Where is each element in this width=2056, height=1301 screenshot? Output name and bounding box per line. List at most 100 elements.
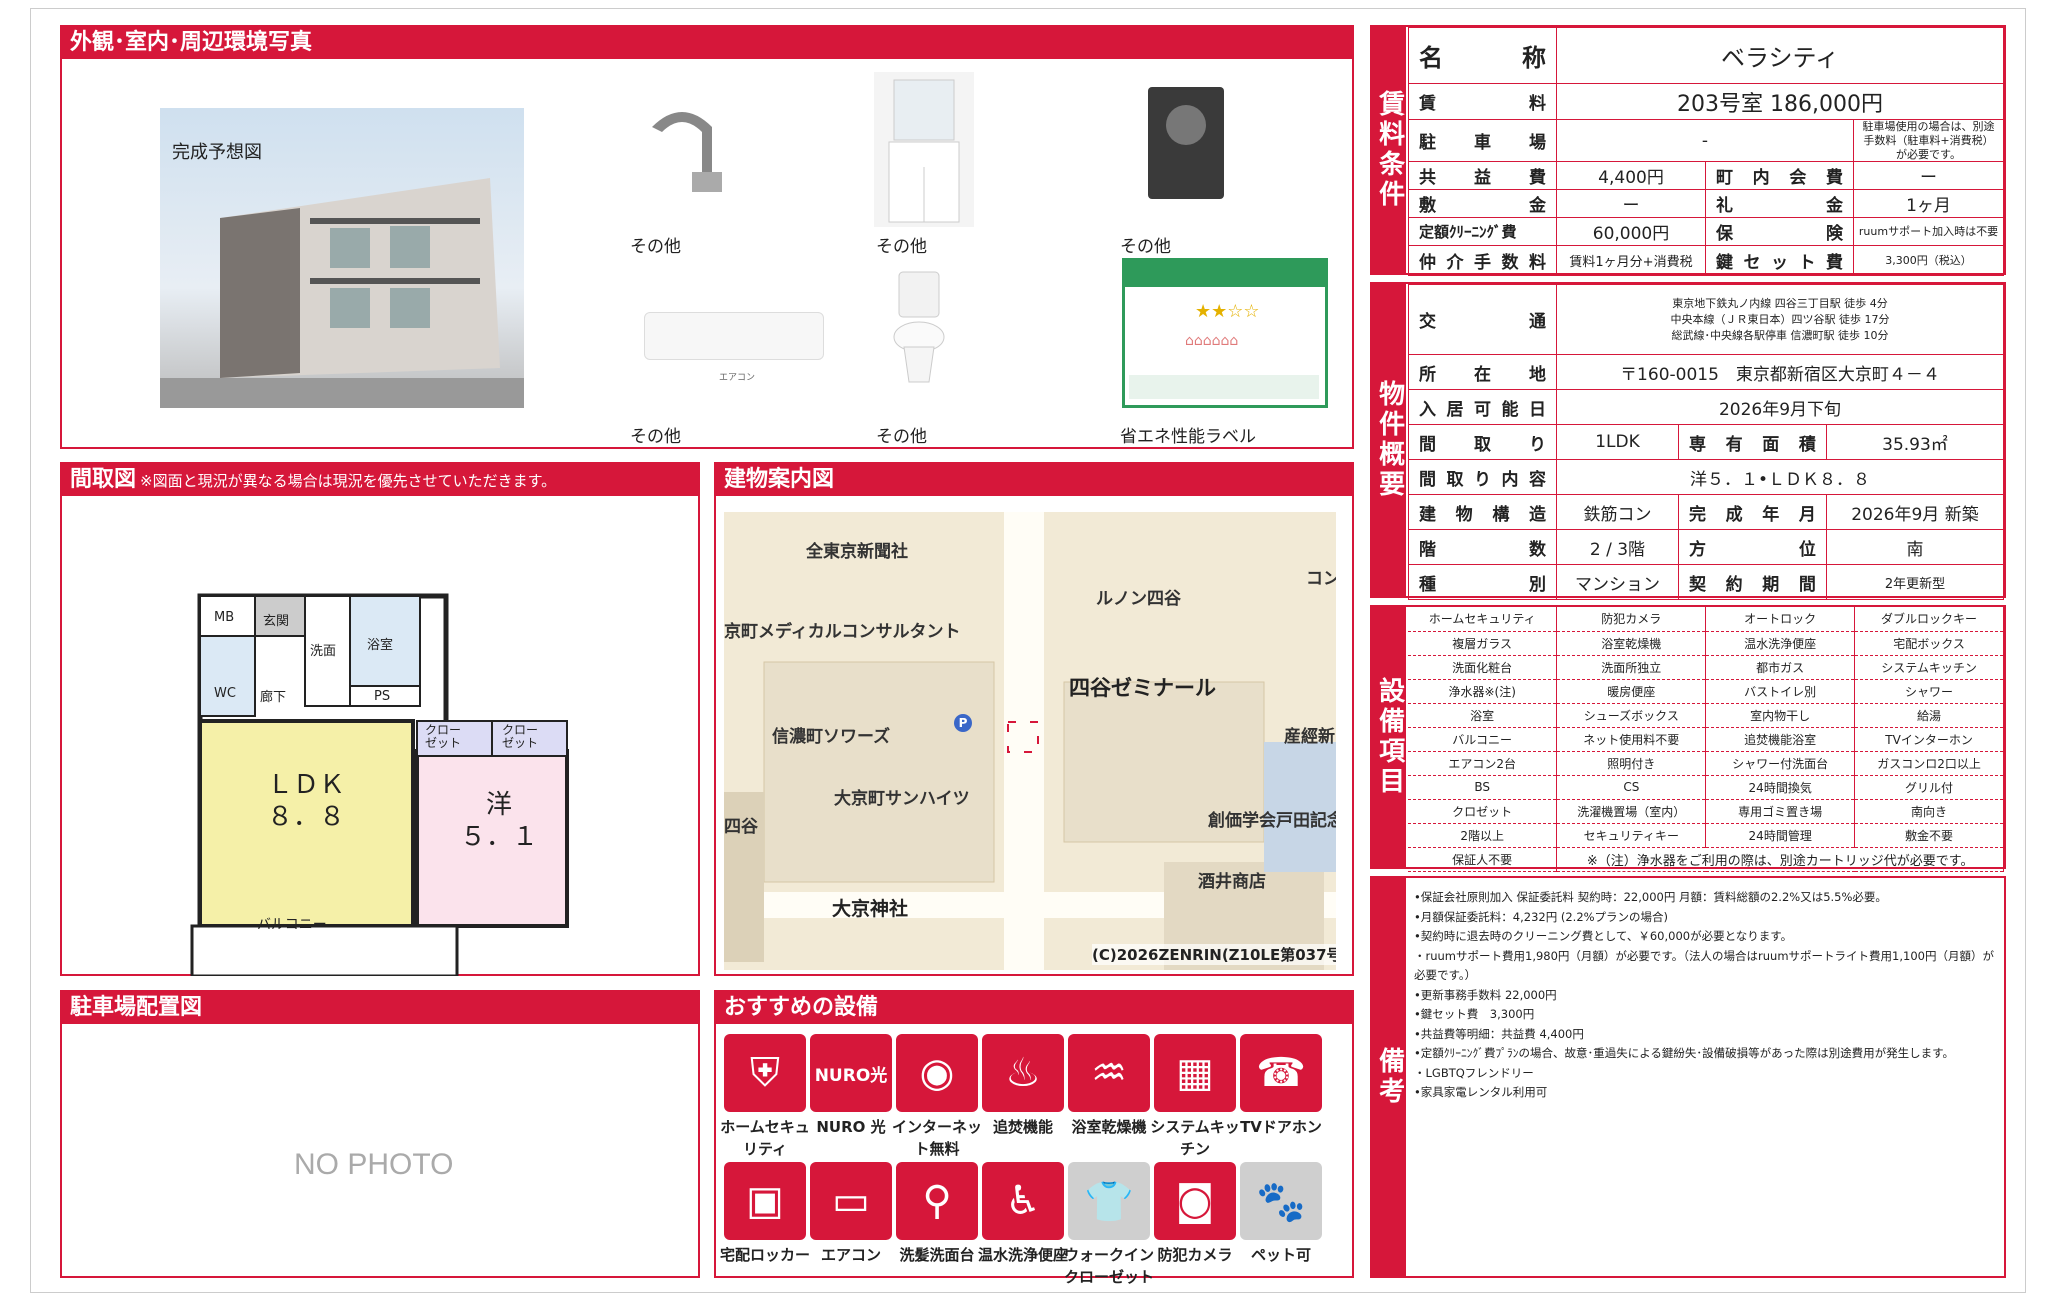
no-photo-text: NO PHOTO (294, 1148, 454, 1181)
floorplan-drawing (190, 593, 569, 976)
map-title: 建物案内図 (716, 464, 1352, 496)
bath-dryer-icon: ♒ (1068, 1034, 1150, 1112)
aircon-photo[interactable]: エアコン (634, 292, 834, 402)
map-label-4: 四谷ゼミナール (1069, 676, 1216, 700)
equipment-item: クロゼット (1408, 799, 1558, 824)
equipment-item: 24時間換気 (1705, 775, 1856, 800)
equipment-item: 24時間管理 (1705, 823, 1856, 848)
room-closet-1: クロー ゼット (425, 723, 462, 750)
equipment-item: 追焚機能浴室 (1705, 727, 1856, 752)
equipment-item: 暖房便座 (1556, 679, 1707, 704)
photo-panel: 外観･室内･周辺環境写真 完成予想図 その他 その他 その他 エアコン その他 … (60, 25, 1354, 449)
floorplan-panel: 間取図 ※図面と現況が異なる場合は現況を優先させていただきます。 MB 玄関 WC… (60, 462, 700, 976)
room-yokushitsu: 浴室 (367, 638, 394, 653)
map-area[interactable]: 全東京新聞社 京町メディカルコンサルタント ルノン四谷 四谷ゼミナール 信濃町ソ… (724, 512, 1336, 970)
remark-line: •鍵セット費 3,300円 (1414, 1007, 1535, 1021)
kotsu-line-1: 東京地下鉄丸ノ内線 四谷三丁目駅 徒歩 4分 (1672, 296, 1888, 310)
equipment-item: 専用ゴミ置き場 (1705, 799, 1856, 824)
remarks-table: 備考 •保証会社原則加入 保証委託料 契約時：22,000円 月額：賃料総額の2… (1370, 876, 2006, 1278)
exterior-photo[interactable]: 完成予想図 (160, 108, 524, 408)
recommend-label: 追焚機能 (992, 1118, 1053, 1136)
recommend-label: エアコン (820, 1246, 881, 1264)
equipment-footnote: ※（注）浄水器をご利用の際は、別途カートリッジ代が必要です。 (1556, 847, 2004, 872)
equipment-item: 浄水器※(注) (1408, 679, 1558, 704)
address-value: 〒160-0015 東京都新宿区大京町４－４ (1556, 354, 2004, 390)
recommend-label: 浴室乾燥機 (1071, 1118, 1147, 1136)
remark-line: •定額ｸﾘｰﾆﾝｸﾞ費ﾌﾟﾗﾝの場合、故意･重過失による鍵紛失･設備破損等があっ… (1414, 1046, 1955, 1060)
energy-label-stars-icon: ★★☆☆ (1195, 301, 1260, 322)
equipment-item: 洗面所独立 (1556, 655, 1707, 680)
remarks-label: 備考 (1372, 878, 1406, 1276)
address-key: 所在地 (1408, 354, 1557, 390)
faucet-icon (652, 112, 722, 192)
hoken-value: ruumサポート加入時は不要 (1853, 217, 2004, 247)
energy-label-image[interactable]: ★★☆☆ ⌂⌂⌂⌂⌂⌂ (1122, 258, 1328, 408)
photo-panel-title: 外観･室内･周辺環境写真 (62, 27, 1352, 59)
parking-marker-icon: P (954, 714, 972, 732)
exterior-caption: 完成予想図 (172, 142, 262, 163)
toilet-photo[interactable] (874, 267, 964, 402)
wifi-icon: ◉ (896, 1034, 978, 1112)
recommend-label: 防犯カメラ (1157, 1246, 1233, 1264)
map-label-8: 大京神社 (832, 898, 909, 920)
recommend-label: 洗髪洗面台 (899, 1246, 975, 1264)
photo-caption-2: その他 (876, 237, 927, 257)
doorphone-icon: ☎ (1240, 1034, 1322, 1112)
map-label-9: 創価学会戸田記念 (1208, 811, 1336, 831)
naiyo-value: 洋５．１•ＬＤＫ８．８ (1556, 459, 2004, 495)
equipment-item: 給湯 (1854, 703, 2004, 728)
kotsu-line-2: 中央本線（ＪＲ東日本）四ツ谷駅 徒歩 17分 (1670, 312, 1890, 326)
kyoeki-value: 4,400円 (1556, 161, 1706, 191)
kotsu-key: 交通 (1408, 284, 1557, 355)
room-ps: PS (374, 689, 391, 704)
bathtub-icon: ♨ (982, 1034, 1064, 1112)
equipment-item: ネット使用料不要 (1556, 727, 1707, 752)
equipment-item: 2階以上 (1408, 823, 1558, 848)
equipment-item: エアコン2台 (1408, 751, 1558, 776)
equipment-item: ホームセキュリティ (1408, 607, 1558, 632)
aircon-icon: ▭ (810, 1162, 892, 1240)
photo-caption-3: その他 (1120, 237, 1171, 257)
recommend-label: インターネット無料 (891, 1118, 982, 1158)
equipment-item: 温水洗浄便座 (1705, 631, 1856, 656)
kozo-value: 鉄筋コン (1556, 494, 1679, 530)
equipment-item: BS (1408, 775, 1558, 800)
nuro-icon: NURO光 (810, 1034, 892, 1112)
kitchen-icon: ▦ (1154, 1034, 1236, 1112)
faucet-photo[interactable] (632, 87, 742, 207)
intercom-photo[interactable] (1148, 87, 1224, 199)
recommend-label: ウォークインクローゼット (1063, 1246, 1154, 1286)
photo-caption-5: その他 (876, 427, 927, 447)
kotsu-value: 東京地下鉄丸ノ内線 四谷三丁目駅 徒歩 4分 中央本線（ＪＲ東日本）四ツ谷駅 徒歩… (1556, 284, 2004, 355)
kotsu-line-3: 総武線･中央線各駅停車 信濃町駅 徒歩 10分 (1671, 328, 1889, 342)
map-copyright: (C)2026ZENRIN(Z10LE第037号) (1092, 944, 1336, 965)
recommend-label: TVドアホン (1240, 1118, 1322, 1136)
floorplan-title-text: 間取図 (70, 467, 137, 492)
recommend-label: NURO 光 (816, 1118, 886, 1136)
equipment-item: 洗濯機置場（室内） (1556, 799, 1707, 824)
cleaning-key: 定額ｸﾘｰﾆﾝｸﾞ費 (1408, 217, 1557, 247)
kai-key: 階数 (1408, 529, 1557, 565)
equipment-item: 複層ガラス (1408, 631, 1558, 656)
equipment-item: バストイレ別 (1705, 679, 1856, 704)
equipment-item: 敷金不要 (1854, 823, 2004, 848)
map-label-11: 産經新 (1284, 727, 1335, 747)
reikin-key: 礼金 (1705, 189, 1854, 219)
move-in-value: 2026年9月下旬 (1556, 389, 2004, 425)
chukai-key: 仲介手数料 (1408, 245, 1557, 277)
vanity-photo[interactable] (874, 72, 974, 227)
aircon-unit-icon (644, 312, 824, 360)
naiyo-key: 間取り内容 (1408, 459, 1557, 495)
kozo-key: 建物構造 (1408, 494, 1557, 530)
kansei-key: 完成年月 (1677, 494, 1827, 530)
parking-title: 駐車場配置図 (62, 992, 698, 1024)
energy-label-header (1125, 261, 1325, 287)
remark-line: ・ruumサポート費用1,980円（月額）が必要です。（法人の場合はruumサポ… (1414, 948, 1994, 983)
area-key: 専有面積 (1677, 424, 1827, 460)
locker-icon: ▣ (724, 1162, 806, 1240)
room-mb: MB (214, 610, 235, 625)
equipment-item: シャワー (1854, 679, 2004, 704)
floorplan-title: 間取図 ※図面と現況が異なる場合は現況を優先させていただきます。 (62, 464, 698, 496)
map-label-2: 京町メディカルコンサルタント (724, 622, 961, 642)
hoi-key: 方位 (1677, 529, 1827, 565)
